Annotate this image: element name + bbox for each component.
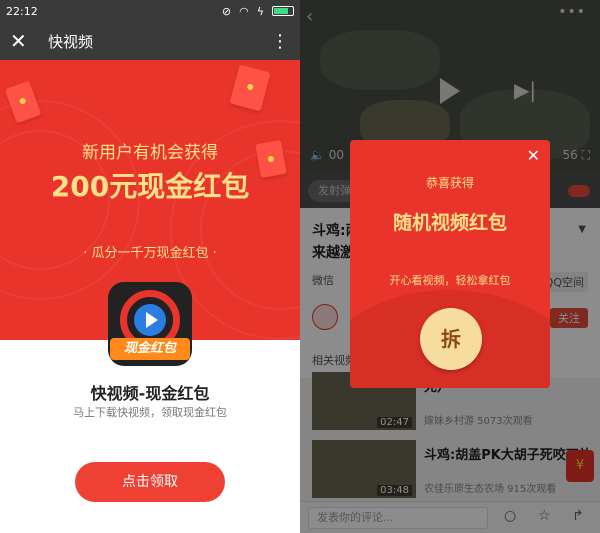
charging-icon: ϟ bbox=[256, 4, 264, 18]
claim-button[interactable]: 点击领取 bbox=[75, 462, 225, 502]
open-redpacket-button[interactable]: 拆 bbox=[420, 308, 482, 370]
modal-subtitle: 开心看视频，轻松拿红包 bbox=[389, 274, 511, 287]
dnd-icon: ⊘ bbox=[221, 4, 232, 18]
modal-congrats: 恭喜获得 bbox=[425, 176, 474, 190]
redpacket-modal: ✕ 恭喜获得 随机视频红包 开心看视频，轻松拿红包 拆 bbox=[350, 140, 550, 388]
battery-icon bbox=[272, 6, 294, 16]
envelope-decoration bbox=[229, 64, 271, 112]
right-screen: ‹ ••• ▶| 🔈 00 56 ⛶ 发射弹 斗鸡:两 来越激 ▼ 微信 QQ空… bbox=[300, 0, 600, 533]
promo-headline: 200元现金红包 bbox=[50, 170, 250, 203]
modal-title: 随机视频红包 bbox=[392, 212, 507, 234]
left-screen: 22:12 ⊘ ◠ ϟ ✕ 快视频 ⋮ 新用户有机会获得 200元现金红包 · … bbox=[0, 0, 300, 533]
close-icon[interactable]: ✕ bbox=[10, 29, 38, 53]
app-icon-tag: 现金红包 bbox=[110, 338, 190, 360]
promo-line-3: · 瓜分一千万现金红包 · bbox=[83, 246, 217, 261]
play-icon bbox=[134, 304, 166, 336]
app-description: 马上下载快视频，领取现金红包 bbox=[73, 406, 227, 419]
status-bar: 22:12 ⊘ ◠ ϟ bbox=[0, 0, 300, 22]
app-name: 快视频-现金红包 bbox=[90, 384, 210, 403]
wechat-toolbar: ✕ 快视频 ⋮ bbox=[0, 22, 300, 60]
app-icon: 现金红包 bbox=[108, 282, 192, 366]
promo-line-1: 新用户有机会获得 bbox=[82, 143, 218, 163]
page-title: 快视频 bbox=[48, 32, 94, 51]
close-icon[interactable]: ✕ bbox=[527, 146, 540, 165]
status-time: 22:12 bbox=[6, 4, 38, 18]
more-menu-icon[interactable]: ⋮ bbox=[270, 31, 290, 52]
wifi-icon: ◠ bbox=[239, 4, 249, 18]
